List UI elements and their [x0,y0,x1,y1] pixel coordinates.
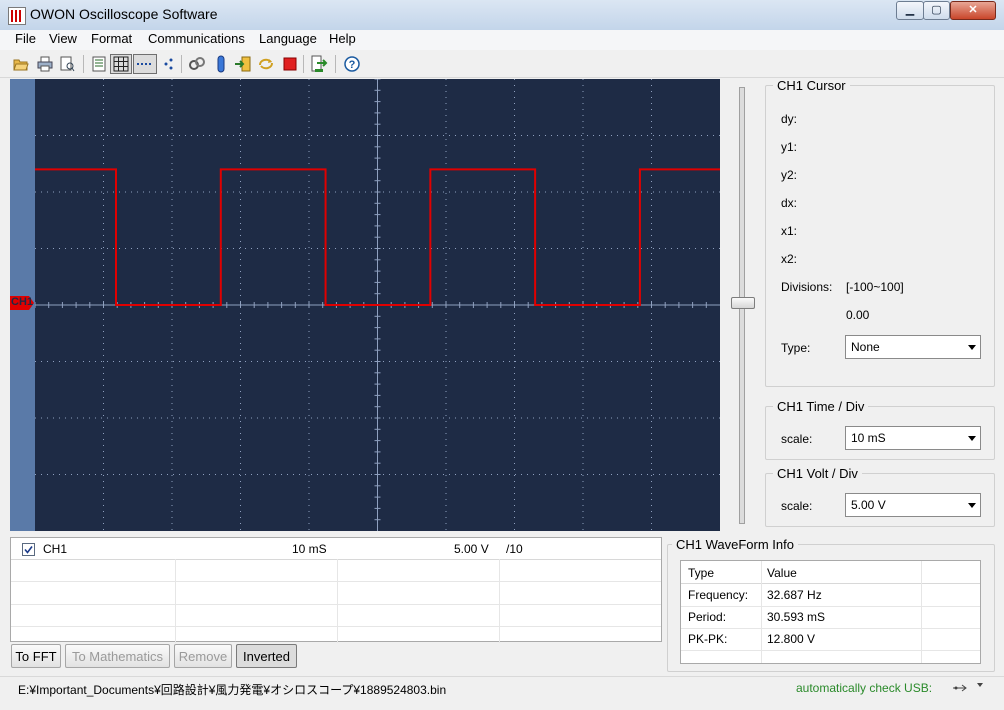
time-scale-value: 10 mS [851,431,886,445]
table-divider [337,559,338,643]
toolbar-separator [83,55,84,73]
volt-scale-label: scale: [781,499,813,513]
info-row-type: PK-PK: [688,632,728,646]
channel-table: CH1 10 mS 5.00 V /10 [10,537,662,643]
table-divider [681,606,980,607]
divisions-label: Divisions: [781,280,833,294]
waveform-info-table: Type Value Frequency: 32.687 Hz Period: … [680,560,981,664]
ch1-probe: /10 [506,542,523,556]
info-row-value: 12.800 V [767,632,816,646]
table-divider [11,626,661,627]
ch1-name: CH1 [43,542,68,556]
minimize-icon: ▁ [905,4,915,16]
help-icon[interactable]: ? [342,54,362,74]
ch1-checkbox[interactable] [22,543,35,556]
cursor-dx-label: dx: [781,196,798,210]
table-divider [11,604,661,605]
cursor-y1-label: y1: [781,140,798,154]
ch1-marker-label: CH1 [11,296,34,308]
waveform-info-title: CH1 WaveForm Info [672,537,798,552]
time-scale-label: scale: [781,432,813,446]
ch1-volt: 5.00 V [454,542,489,556]
cursor-y2-label: y2: [781,168,798,182]
remove-button[interactable]: Remove [174,644,232,668]
table-divider [681,628,980,629]
info-row-value: 32.687 Hz [767,588,822,602]
refresh-icon[interactable] [256,54,276,74]
info-row-type: Frequency: [688,588,749,602]
dotted-line-icon[interactable] [133,54,157,74]
table-divider [681,583,980,584]
divisions-range: [-100~100] [846,280,904,294]
usb-dropdown-icon[interactable] [977,683,983,687]
cursor-group-title: CH1 Cursor [773,78,850,93]
toolbar-separator [303,55,304,73]
open-folder-icon[interactable] [11,54,31,74]
time-scale-select[interactable]: 10 mS [845,426,981,450]
ch1-offset-marker[interactable]: CH1 [10,295,35,311]
volt-scale-select[interactable]: 5.00 V [845,493,981,517]
table-divider [499,559,500,643]
minimize-button[interactable]: ▁ [896,1,924,20]
info-header-type: Type [688,566,715,580]
dots-icon[interactable] [159,54,179,74]
table-divider [681,650,980,651]
table-divider [761,561,762,663]
scope-display [34,78,720,531]
print-preview-icon[interactable] [57,54,77,74]
info-header-value: Value [767,566,797,580]
ch1-time: 10 mS [292,542,327,556]
toolbar-separator [181,55,182,73]
table-divider [11,559,661,560]
svg-text:?: ? [349,59,356,71]
window-title: OWON Oscilloscope Software [30,6,218,22]
stop-icon[interactable] [280,54,300,74]
volt-div-title: CH1 Volt / Div [773,466,862,481]
usb-status: automatically check USB: [796,681,933,695]
cursor-type-value: None [851,340,880,354]
cursor-type-select[interactable]: None [845,335,981,359]
list-icon[interactable] [89,54,109,74]
connect-icon[interactable] [211,54,231,74]
cursor-type-label: Type: [781,341,811,355]
menu-format[interactable]: Format [91,31,132,46]
chevron-down-icon [968,436,976,441]
import-icon[interactable] [233,54,253,74]
table-divider [11,581,661,582]
cursor-dy-label: dy: [781,112,798,126]
menu-file[interactable]: File [15,31,36,46]
info-row-type: Period: [688,610,727,624]
time-div-title: CH1 Time / Div [773,399,869,414]
trigger-slider-thumb[interactable] [731,297,755,309]
close-button[interactable]: ✕ [950,1,996,20]
to-mathematics-button[interactable]: To Mathematics [65,644,170,668]
maximize-icon: ▢ [931,4,942,16]
cursor-x2-label: x2: [781,252,798,266]
to-fft-button[interactable]: To FFT [11,644,61,668]
export-icon[interactable] [309,54,329,74]
link-icon[interactable] [187,54,207,74]
table-divider [921,561,922,663]
info-row-value: 30.593 mS [767,610,826,624]
inverted-button[interactable]: Inverted [236,644,297,668]
menu-help[interactable]: Help [329,31,356,46]
chevron-down-icon [968,503,976,508]
divisions-value: 0.00 [846,308,870,322]
menu-communications[interactable]: Communications [148,31,245,46]
menu-view[interactable]: View [49,31,77,46]
app-icon [8,7,26,25]
print-icon[interactable] [35,54,55,74]
menu-language[interactable]: Language [259,31,317,46]
file-path: E:¥Important_Documents¥回路設計¥風力発電¥オシロスコープ… [18,683,447,697]
close-icon: ✕ [968,4,978,16]
toolbar-separator [335,55,336,73]
table-divider [175,559,176,643]
chevron-down-icon [968,345,976,350]
cursor-x1-label: x1: [781,224,798,238]
waveform-graph [34,78,720,531]
volt-scale-value: 5.00 V [851,498,886,512]
usb-icon[interactable] [952,682,968,696]
maximize-button[interactable]: ▢ [923,1,950,20]
grid-icon[interactable] [110,54,132,74]
